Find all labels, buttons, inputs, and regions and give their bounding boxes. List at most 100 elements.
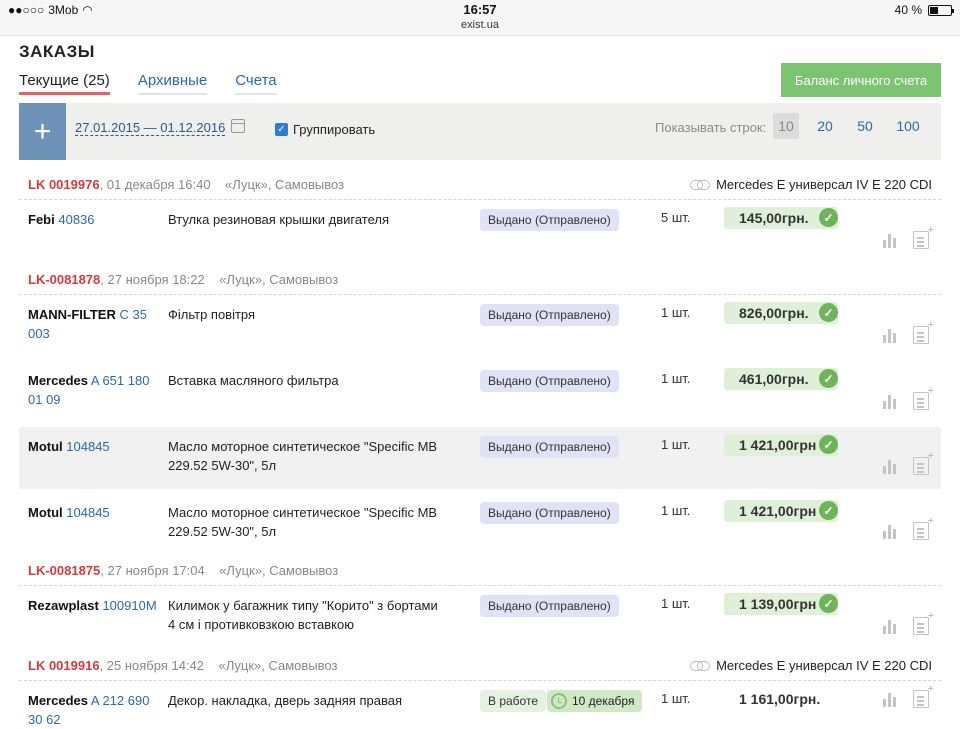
item-description: Декор. накладка, дверь задняя правая (168, 693, 402, 708)
orders-tabs: Текущие (25) Архивные Счета (19, 72, 277, 95)
order-header: LK 0019976, 01 декабря 16:40 «Луцк», Сам… (19, 170, 941, 200)
group-checkbox[interactable]: ✓ (275, 123, 288, 136)
group-label: Группировать (293, 122, 376, 137)
item-code[interactable]: 40836 (58, 212, 94, 227)
paid-check-icon: ✓ (819, 594, 838, 613)
order-date: , 25 ноября 14:42 (99, 658, 205, 673)
status-badge: Выдано (Отправлено) (480, 595, 619, 617)
order-number[interactable]: LK 0019916 (28, 658, 100, 673)
chart-icon[interactable] (883, 327, 899, 343)
status-badge: Выдано (Отправлено) (480, 436, 619, 458)
order-number[interactable]: LK-0081875 (28, 563, 100, 578)
rows-option-20[interactable]: 20 (813, 113, 837, 139)
order-date: , 27 ноября 17:04 (100, 563, 205, 578)
item-brand: Mercedes (28, 373, 88, 388)
add-note-icon[interactable] (913, 385, 934, 410)
item-code[interactable]: 104845 (66, 439, 109, 454)
ios-status-bar: ●●○○○ 3Mob ◠ 16:57 exist.ua 40 % (0, 0, 960, 36)
status-badge: Выдано (Отправлено) (480, 304, 619, 326)
order-delivery: «Луцк», Самовывоз (219, 563, 339, 578)
item-code[interactable]: 100910M (102, 598, 156, 613)
link-icon (690, 660, 711, 671)
item-description: Втулка резиновая крышки двигателя (168, 212, 390, 227)
item-description: Фільтр повітря (168, 307, 256, 322)
status-badge: Выдано (Отправлено) (480, 209, 619, 231)
status-badge: В работе (480, 690, 547, 712)
table-row: Febi 40836 Втулка резиновая крышки двига… (19, 200, 941, 263)
add-note-icon[interactable] (913, 683, 934, 708)
add-note-icon[interactable] (913, 224, 934, 249)
item-brand: Motul (28, 505, 63, 520)
item-quantity: 1 шт. (661, 371, 691, 386)
battery-icon (928, 4, 954, 16)
battery-info: 40 % (894, 3, 954, 17)
rows-per-page-label: Показывать строк: (655, 120, 767, 135)
tab-invoices[interactable]: Счета (235, 72, 277, 95)
eta-date: 10 декабря (572, 694, 635, 708)
group-toggle[interactable]: ✓ Группировать (275, 122, 375, 137)
balance-button[interactable]: Баланс личного счета (781, 63, 941, 97)
rows-option-50[interactable]: 50 (853, 113, 877, 139)
battery-fill (930, 6, 938, 14)
paid-check-icon: ✓ (819, 369, 838, 388)
item-quantity: 1 шт. (661, 691, 691, 706)
item-brand: Motul (28, 439, 63, 454)
paid-check-icon: ✓ (819, 501, 838, 520)
item-quantity: 5 шт. (661, 210, 691, 225)
url-label[interactable]: exist.ua (0, 19, 960, 31)
add-note-icon[interactable] (913, 450, 934, 475)
chart-icon[interactable] (883, 691, 899, 707)
link-icon (690, 179, 711, 190)
add-note-icon[interactable] (913, 515, 934, 540)
item-brand: MANN-FILTER (28, 307, 116, 322)
chart-icon[interactable] (883, 393, 899, 409)
order-header: LK-0081878, 27 ноября 18:22 «Луцк», Само… (19, 265, 941, 295)
calendar-icon[interactable] (231, 119, 245, 133)
chart-icon[interactable] (883, 523, 899, 539)
add-order-button[interactable]: + (19, 103, 66, 160)
tab-current[interactable]: Текущие (25) (19, 72, 110, 95)
item-description: Масло моторное синтетическое "Specific M… (168, 505, 438, 539)
chart-icon[interactable] (883, 232, 899, 248)
status-badge: Выдано (Отправлено) (480, 502, 619, 524)
rows-option-100[interactable]: 100 (893, 113, 923, 139)
item-price: 1 161,00грн. (739, 691, 821, 707)
item-quantity: 1 шт. (661, 437, 691, 452)
table-row: Rezawplast 100910M Килимок у багажник ти… (19, 586, 941, 648)
paid-check-icon: ✓ (819, 208, 838, 227)
order-car: Mercedes E универсал IV E 220 CDI (716, 658, 932, 673)
clock-icon (551, 693, 567, 709)
table-row: Motul 104845 Масло моторное синтетическо… (19, 427, 941, 489)
add-note-icon[interactable] (913, 610, 934, 635)
item-quantity: 1 шт. (661, 596, 691, 611)
paid-check-icon: ✓ (819, 435, 838, 454)
battery-percent: 40 % (894, 3, 922, 17)
item-brand: Mercedes (28, 693, 88, 708)
tab-archive[interactable]: Архивные (137, 72, 208, 95)
item-brand: Febi (28, 212, 55, 227)
table-row: Mercedes A 651 180 01 09 Вставка масляно… (19, 361, 941, 427)
item-brand: Rezawplast (28, 598, 99, 613)
order-date: , 01 декабря 16:40 (99, 177, 211, 192)
chart-icon[interactable] (883, 458, 899, 474)
rows-option-10[interactable]: 10 (773, 113, 799, 139)
eta-badge: 10 декабря (547, 690, 643, 712)
table-row: Mercedes A 212 690 30 62 Декор. накладка… (19, 681, 941, 727)
table-row: Motul 104845 Масло моторное синтетическо… (19, 493, 941, 559)
clock: 16:57 (463, 2, 497, 17)
date-range-link[interactable]: 27.01.2015 — 01.12.2016 (75, 120, 226, 136)
table-row: MANN-FILTER C 35 003 Фільтр повітря Выда… (19, 295, 941, 361)
item-description: Вставка масляного фильтра (168, 373, 339, 388)
order-delivery: «Луцк», Самовывоз (218, 658, 338, 673)
order-delivery: «Луцк», Самовывоз (225, 177, 345, 192)
paid-check-icon: ✓ (819, 303, 838, 322)
chart-icon[interactable] (883, 618, 899, 634)
item-quantity: 1 шт. (661, 305, 691, 320)
order-number[interactable]: LK-0081878 (28, 272, 100, 287)
order-number[interactable]: LK 0019976 (28, 177, 100, 192)
item-code[interactable]: 104845 (66, 505, 109, 520)
add-note-icon[interactable] (913, 319, 934, 344)
page-title: ЗАКАЗЫ (19, 42, 95, 61)
order-header: LK-0081875, 27 ноября 17:04 «Луцк», Само… (19, 556, 941, 586)
item-description: Килимок у багажник типу "Корито" з борта… (168, 598, 438, 632)
